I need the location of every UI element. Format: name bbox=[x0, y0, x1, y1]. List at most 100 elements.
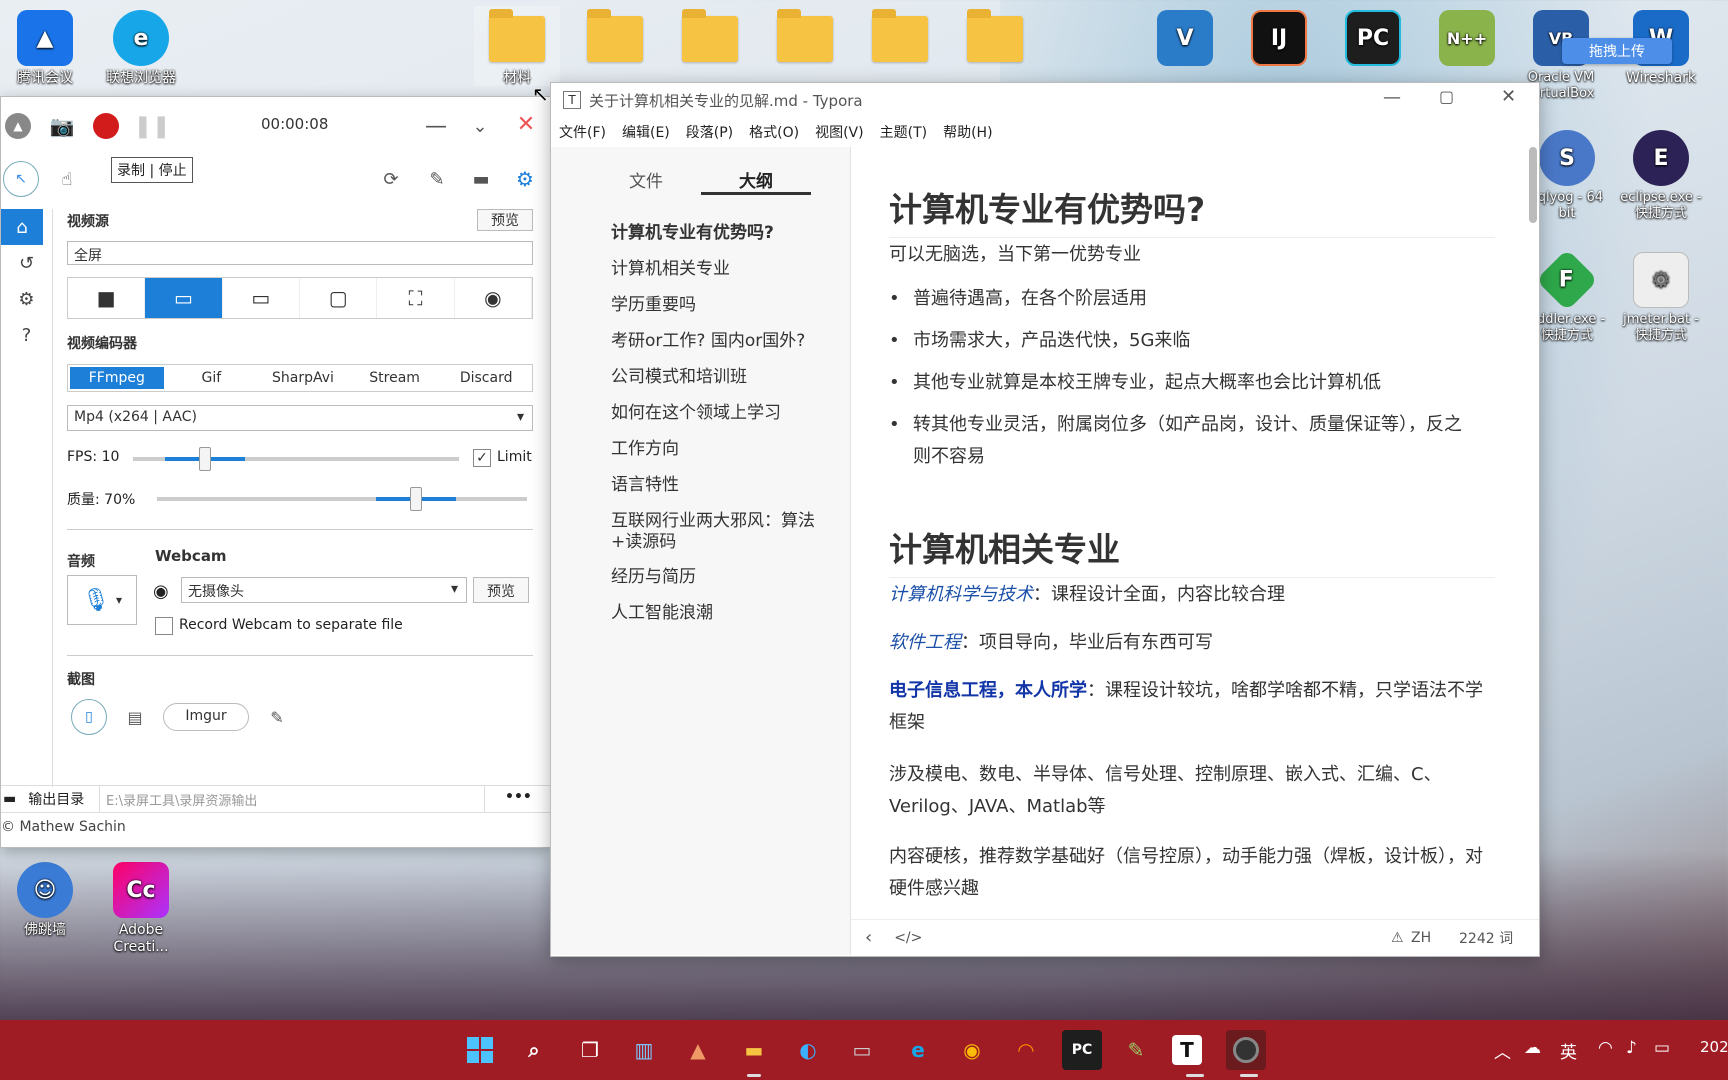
battery-icon[interactable]: ▭ bbox=[1654, 1038, 1670, 1058]
warning-icon[interactable]: ⚠ bbox=[1391, 930, 1404, 946]
microphone-button[interactable]: 🎙 ▾ bbox=[67, 575, 137, 625]
region-source-icon[interactable]: ⛶ bbox=[377, 278, 455, 318]
desktop-folder[interactable] bbox=[762, 6, 848, 70]
webcam-source-icon[interactable]: ■ bbox=[68, 278, 146, 318]
settings-gear-icon[interactable]: ⚙ bbox=[511, 165, 539, 193]
format-select[interactable]: Mp4 (x264 | AAC) ▾ bbox=[67, 405, 533, 431]
tab-outline[interactable]: 大纲 bbox=[701, 161, 811, 195]
file-icon[interactable]: ▯ bbox=[71, 699, 107, 735]
outline-item[interactable]: 互联网行业两大邪风：算法+读源码 bbox=[611, 511, 831, 553]
notepadpp-taskbar-icon[interactable]: ✎ bbox=[1116, 1030, 1156, 1070]
fps-slider[interactable] bbox=[133, 447, 459, 471]
output-path-field[interactable]: E:\录屏工具\录屏资源输出 bbox=[99, 786, 485, 812]
fps-slider-knob[interactable] bbox=[199, 447, 211, 471]
desktop-icon-fotiaoqiang[interactable]: ☺ 佛跳墙 bbox=[2, 858, 88, 939]
minimize-icon[interactable]: — bbox=[423, 113, 449, 139]
desktop-icon-vmware[interactable]: V bbox=[1142, 6, 1228, 70]
menu-format[interactable]: 格式(O) bbox=[749, 122, 799, 142]
matlab-icon[interactable]: ▲ bbox=[678, 1030, 718, 1070]
record-button[interactable] bbox=[93, 113, 119, 139]
desktop-icon-jmeter[interactable]: ⚙ jmeter.bat - 快捷方式 bbox=[1618, 248, 1704, 344]
quality-slider[interactable] bbox=[157, 487, 527, 511]
menu-view[interactable]: 视图(V) bbox=[815, 122, 864, 142]
encoder-discard[interactable]: Discard bbox=[440, 365, 532, 391]
outline-item[interactable]: 学历重要吗 bbox=[611, 295, 831, 316]
volume-icon[interactable]: ♪ bbox=[1626, 1038, 1637, 1058]
history-icon[interactable]: ↺ bbox=[1, 245, 52, 281]
jmeter-taskbar-icon[interactable]: ◠ bbox=[1006, 1030, 1046, 1070]
more-options-button[interactable]: ••• bbox=[505, 789, 532, 805]
menu-up-icon[interactable]: ▲ bbox=[5, 113, 31, 139]
hand-icon[interactable]: ☝ bbox=[53, 165, 81, 193]
outline-item[interactable]: 人工智能浪潮 bbox=[611, 603, 831, 624]
search-icon[interactable]: ⌕ bbox=[514, 1030, 554, 1070]
outline-item[interactable]: 计算机专业有优势吗? bbox=[611, 223, 831, 244]
screen-source-icon[interactable]: ▭ bbox=[223, 278, 300, 318]
desktop-icon-lenovo-browser[interactable]: e 联想浏览器 bbox=[98, 6, 184, 87]
browser-icon[interactable]: e bbox=[898, 1030, 938, 1070]
tab-files[interactable]: 文件 bbox=[591, 161, 701, 195]
tray-chevron-up-icon[interactable]: ︿ bbox=[1494, 1038, 1511, 1063]
chrome-icon[interactable]: ◉ bbox=[952, 1030, 992, 1070]
task-view-icon[interactable]: ❐ bbox=[570, 1030, 610, 1070]
desktop-icon-pycharm[interactable]: PC bbox=[1330, 6, 1416, 70]
menu-help[interactable]: 帮助(H) bbox=[943, 122, 992, 142]
camera-icon[interactable]: 📷 bbox=[49, 113, 75, 139]
language-indicator[interactable]: ZH bbox=[1411, 930, 1431, 946]
desktop-folder[interactable] bbox=[857, 6, 943, 70]
scrollbar[interactable] bbox=[1529, 147, 1537, 223]
encoder-stream[interactable]: Stream bbox=[349, 365, 441, 391]
word-count[interactable]: 2242 词 bbox=[1459, 928, 1513, 948]
encoder-sharpavi[interactable]: SharpAvi bbox=[257, 365, 349, 391]
desktop-icon-adobe-cc[interactable]: Cc Adobe Creati... bbox=[98, 858, 184, 956]
outline-item[interactable]: 语言特性 bbox=[611, 475, 831, 496]
outline-item[interactable]: 公司模式和培训班 bbox=[611, 367, 831, 388]
menu-file[interactable]: 文件(F) bbox=[559, 122, 606, 142]
clock[interactable]: 202 bbox=[1700, 1038, 1728, 1056]
source-preview-button[interactable]: 预览 bbox=[477, 209, 533, 231]
game-source-icon[interactable]: ◉ bbox=[455, 278, 532, 318]
pause-icon[interactable]: ❚❚ bbox=[134, 113, 171, 139]
edit-pencil-icon[interactable]: ✎ bbox=[263, 703, 291, 731]
cursor-icon[interactable]: ↖ bbox=[3, 161, 39, 197]
fullscreen-source-icon[interactable]: ▭ bbox=[145, 278, 223, 318]
help-icon[interactable]: ? bbox=[1, 317, 52, 353]
editor-content[interactable]: 计算机专业有优势吗? 可以无脑选，当下第一优势专业 普遍待遇高，在各个阶层适用 … bbox=[851, 147, 1539, 905]
input-language[interactable]: 英 bbox=[1560, 1038, 1577, 1063]
onedrive-cloud-icon[interactable]: ☁ bbox=[1524, 1038, 1541, 1058]
encoder-ffmpeg[interactable]: FFmpeg bbox=[70, 367, 164, 389]
outline-item[interactable]: 工作方向 bbox=[611, 439, 831, 460]
maximize-icon[interactable]: ▢ bbox=[1439, 87, 1454, 106]
record-webcam-checkbox[interactable] bbox=[155, 617, 173, 635]
close-icon[interactable]: ✕ bbox=[1501, 86, 1516, 107]
webcam-select[interactable]: 无摄像头 ▾ bbox=[181, 577, 467, 603]
terminal-icon[interactable]: ▭ bbox=[842, 1030, 882, 1070]
file-explorer-icon[interactable]: ▬ bbox=[734, 1030, 774, 1070]
desktop-folder-materials[interactable]: 材料 bbox=[474, 6, 560, 86]
outline-item[interactable]: 考研or工作? 国内or国外? bbox=[611, 331, 831, 352]
typora-taskbar-icon[interactable]: T bbox=[1172, 1035, 1202, 1065]
wifi-icon[interactable]: ◠ bbox=[1598, 1038, 1613, 1058]
desktop-folder[interactable] bbox=[667, 6, 753, 70]
encoder-gif[interactable]: Gif bbox=[166, 365, 258, 391]
minimize-icon[interactable]: — bbox=[1383, 87, 1401, 108]
baidu-drag-upload-badge[interactable]: 拖拽上传 bbox=[1562, 38, 1672, 64]
outline-item[interactable]: 如何在这个领域上学习 bbox=[611, 403, 831, 424]
collapse-icon[interactable]: ⌄ bbox=[467, 113, 493, 139]
menu-theme[interactable]: 主题(T) bbox=[880, 122, 927, 142]
desktop-icon-notepadpp[interactable]: N++ bbox=[1424, 6, 1510, 70]
desktop-icon-tencent-meeting[interactable]: ▲ 腾讯会议 bbox=[2, 6, 88, 87]
desktop-icon-intellij[interactable]: IJ bbox=[1236, 6, 1322, 70]
pycharm-taskbar-icon[interactable]: PC bbox=[1062, 1030, 1102, 1070]
start-windows-icon[interactable] bbox=[460, 1030, 500, 1070]
desktop-folder[interactable] bbox=[572, 6, 658, 70]
quality-slider-knob[interactable] bbox=[410, 487, 422, 511]
outline-item[interactable]: 计算机相关专业 bbox=[611, 259, 831, 280]
desktop-icon-eclipse[interactable]: E eclipse.exe - 快捷方式 bbox=[1618, 126, 1704, 222]
window-source-icon[interactable]: ▢ bbox=[300, 278, 378, 318]
recorder-taskbar-icon[interactable] bbox=[1226, 1030, 1266, 1070]
imgur-button[interactable]: Imgur bbox=[163, 703, 249, 731]
webcam-preview-button[interactable]: 预览 bbox=[473, 577, 529, 603]
limit-checkbox[interactable]: ✓ bbox=[473, 449, 491, 467]
outline-item[interactable]: 经历与简历 bbox=[611, 567, 831, 588]
